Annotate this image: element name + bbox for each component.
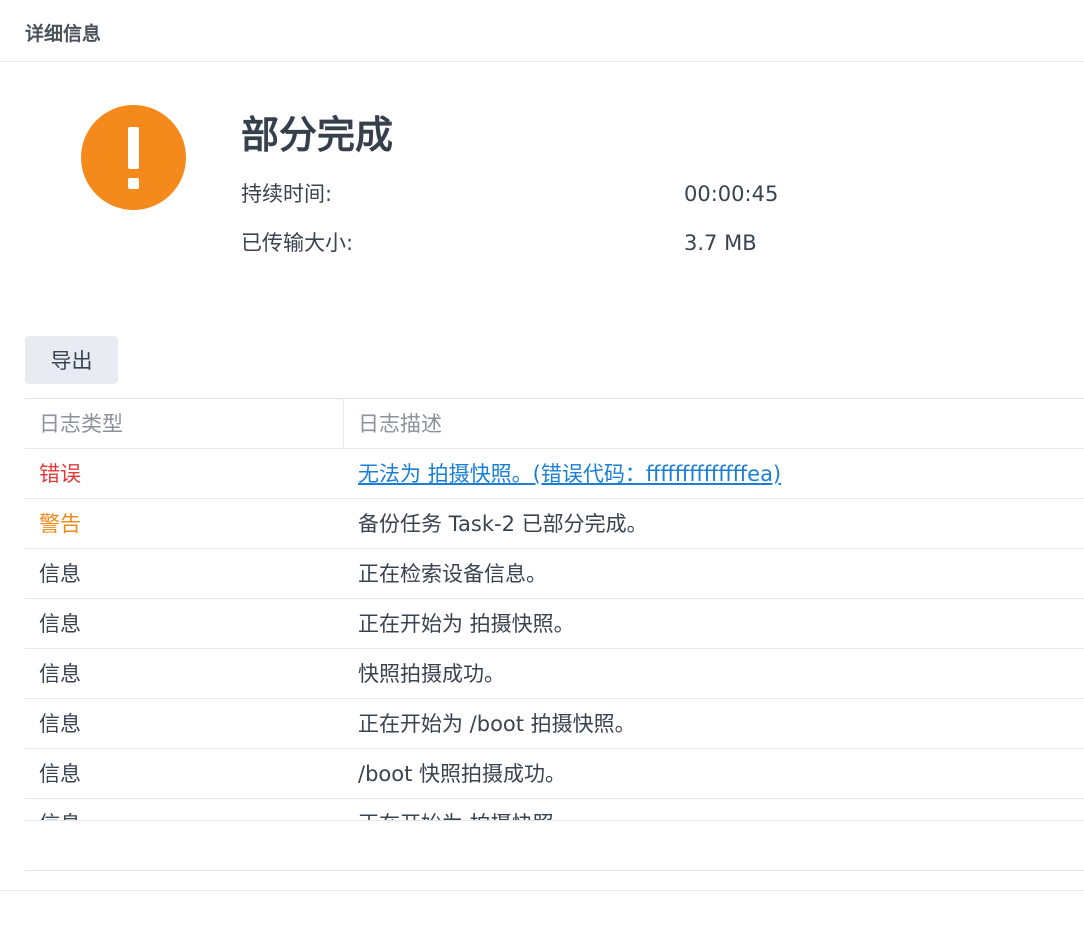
dialog-title: 详细信息 bbox=[25, 23, 102, 45]
log-type-cell: 信息 bbox=[39, 810, 81, 820]
table-row[interactable]: 信息/boot 快照拍摄成功。 bbox=[25, 749, 1084, 799]
log-type-cell: 信息 bbox=[39, 662, 81, 686]
footer-divider bbox=[0, 890, 1084, 891]
warning-exclamation-icon bbox=[81, 105, 186, 210]
log-table-header: 日志类型 日志描述 bbox=[25, 399, 1084, 449]
log-table-body[interactable]: 错误 无法为 拍摄快照。(错误代码：ffffffffffffffea) 警告 备份任务… bbox=[25, 449, 1084, 821]
log-description-cell: 正在开始为 /boot 拍摄快照。 bbox=[358, 712, 636, 736]
log-description-link[interactable]: 无法为 拍摄快照。(错误代码：ffffffffffffffea) bbox=[358, 460, 781, 488]
table-row[interactable]: 信息 快照拍摄成功。 bbox=[25, 649, 1084, 699]
log-description-cell: /boot 快照拍摄成功。 bbox=[358, 762, 567, 786]
export-button[interactable]: 导出 bbox=[25, 336, 118, 384]
log-description-cell: 正在检索设备信息。 bbox=[358, 562, 547, 586]
status-title: 部分完成 bbox=[241, 113, 394, 157]
log-type-cell: 信息 bbox=[39, 762, 81, 786]
log-type-cell: 信息 bbox=[39, 562, 81, 586]
duration-value: 00:00:45 bbox=[684, 182, 779, 206]
table-row[interactable]: 错误 无法为 拍摄快照。(错误代码：ffffffffffffffea) bbox=[25, 449, 1084, 499]
table-row[interactable]: 信息 正在开始为 拍摄快照。 bbox=[25, 799, 1084, 820]
log-description-cell: 备份任务 Task-2 已部分完成。 bbox=[358, 512, 648, 536]
table-row[interactable]: 信息 正在开始为 /boot 拍摄快照。 bbox=[25, 699, 1084, 749]
log-type-cell: 警告 bbox=[39, 512, 81, 536]
table-row[interactable]: 信息 正在检索设备信息。 bbox=[25, 549, 1084, 599]
transferred-size-label: 已传输大小: bbox=[241, 231, 354, 255]
table-row[interactable]: 警告 备份任务 Task-2 已部分完成。 bbox=[25, 499, 1084, 549]
column-resize-handle[interactable] bbox=[343, 399, 344, 448]
log-type-cell: 信息 bbox=[39, 612, 81, 636]
dialog-header: 详细信息 bbox=[0, 0, 1084, 62]
table-row[interactable]: 信息 正在开始为 拍摄快照。 bbox=[25, 599, 1084, 649]
log-type-cell: 信息 bbox=[39, 712, 81, 736]
column-header-log-type[interactable]: 日志类型 bbox=[39, 410, 123, 438]
log-description-cell: 正在开始为 拍摄快照。 bbox=[358, 810, 575, 820]
detail-dialog: 详细信息 部分完成 持续时间: 00:00:45 已传输大小: 3.7 MB 导… bbox=[0, 0, 1084, 944]
duration-label: 持续时间: bbox=[241, 182, 333, 206]
log-description-cell: 快照拍摄成功。 bbox=[358, 662, 505, 686]
column-header-log-description[interactable]: 日志描述 bbox=[358, 410, 442, 438]
log-description-cell: 正在开始为 拍摄快照。 bbox=[358, 612, 575, 636]
transferred-size-value: 3.7 MB bbox=[684, 231, 757, 255]
log-table: 日志类型 日志描述 错误 无法为 拍摄快照。(错误代码：fffffffffffff… bbox=[25, 398, 1084, 871]
log-type-cell: 错误 bbox=[39, 462, 81, 486]
